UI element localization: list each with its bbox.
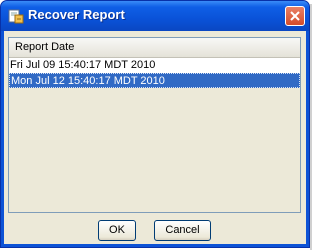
window-shadow — [310, 4, 312, 250]
report-document-icon — [8, 9, 24, 24]
ok-button[interactable]: OK — [98, 220, 136, 241]
cancel-button[interactable]: Cancel — [154, 220, 211, 241]
close-icon — [290, 11, 300, 21]
button-bar: OK Cancel — [4, 214, 306, 244]
list-item-selected[interactable]: Mon Jul 12 15:40:17 MDT 2010 — [9, 73, 300, 88]
list-item[interactable]: Fri Jul 09 15:40:17 MDT 2010 — [9, 58, 300, 73]
dialog-title: Recover Report — [28, 7, 125, 22]
column-header-report-date[interactable]: Report Date — [9, 38, 300, 58]
close-button[interactable] — [285, 6, 305, 26]
report-list[interactable]: Report Date Fri Jul 09 15:40:17 MDT 2010… — [8, 37, 301, 213]
recover-report-dialog: Recover Report Report Date Fri Jul 09 15… — [0, 0, 310, 248]
dialog-body: Report Date Fri Jul 09 15:40:17 MDT 2010… — [4, 31, 306, 244]
title-bar[interactable]: Recover Report — [1, 1, 309, 31]
